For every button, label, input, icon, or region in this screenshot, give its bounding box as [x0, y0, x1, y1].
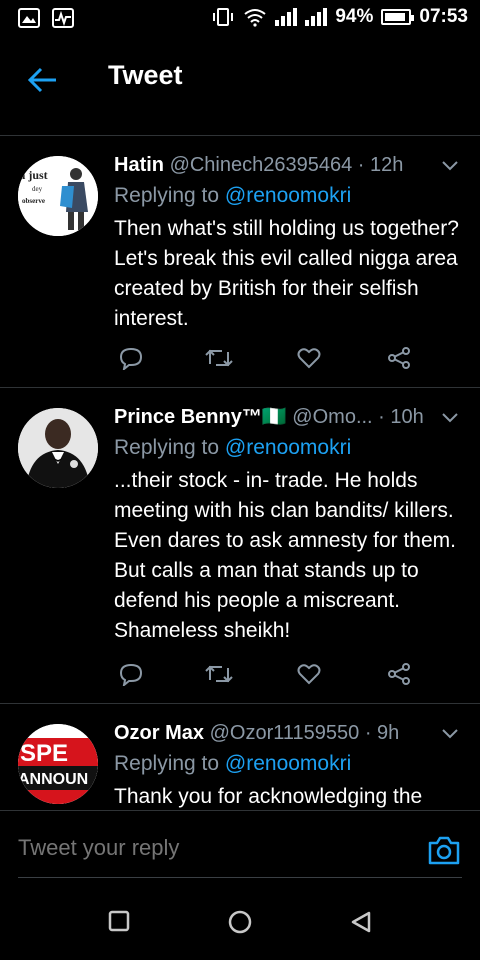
tweet-actions: [114, 346, 434, 376]
author-name[interactable]: Prince Benny™🇳🇬: [114, 406, 287, 428]
back-triangle-icon[interactable]: [350, 910, 372, 934]
status-bar: 94% 07:53: [0, 0, 480, 38]
chevron-down-icon[interactable]: [440, 158, 460, 172]
reply-icon[interactable]: [118, 662, 144, 686]
input-underline: [18, 877, 462, 878]
wifi-icon: [244, 9, 266, 27]
activity-icon: [52, 8, 74, 28]
tweet-time: · 10h: [378, 406, 424, 428]
retweet-icon[interactable]: [204, 346, 234, 370]
like-icon[interactable]: [296, 662, 322, 686]
svg-text:dey: dey: [32, 185, 43, 193]
replying-to: Replying to @renoomokri: [114, 436, 352, 459]
page-title: Tweet: [108, 60, 183, 90]
tweet-item[interactable]: i just dey observe Hatin @Chinech2639546…: [0, 136, 480, 388]
author-handle: @Chinech26395464: [169, 154, 353, 176]
tweet-text: ...their stock - in- trade. He holds mee…: [114, 469, 456, 642]
tweet-time: · 9h: [364, 722, 400, 744]
share-icon[interactable]: [386, 346, 412, 370]
avatar[interactable]: i just dey observe: [18, 156, 98, 236]
author-handle: @Ozor11159550: [209, 722, 360, 744]
back-arrow-icon[interactable]: [26, 62, 62, 98]
avatar[interactable]: SPE ANNOUN: [18, 724, 98, 804]
system-nav-bar: [0, 880, 480, 960]
signal-icon: [305, 8, 328, 26]
author-name[interactable]: Hatin: [114, 154, 164, 176]
clock: 07:53: [419, 6, 468, 27]
recents-icon[interactable]: [108, 910, 130, 932]
tweet-actions: [114, 662, 434, 692]
replying-to: Replying to @renoomokri: [114, 752, 352, 775]
share-icon[interactable]: [386, 662, 412, 686]
camera-icon[interactable]: [428, 835, 460, 865]
home-icon[interactable]: [228, 910, 252, 934]
reply-composer: [0, 810, 480, 879]
svg-text:i just: i just: [22, 168, 48, 182]
image-icon: [18, 8, 40, 28]
battery-percent: 94%: [335, 6, 374, 27]
svg-text:SPE: SPE: [20, 740, 68, 767]
like-icon[interactable]: [296, 346, 322, 370]
author-handle: @Omo...: [292, 406, 373, 428]
tweet-time: · 12h: [357, 154, 404, 176]
chevron-down-icon[interactable]: [440, 410, 460, 424]
signal-icon: [275, 8, 298, 26]
reply-icon[interactable]: [118, 346, 144, 370]
mention-link[interactable]: @renoomokri: [225, 436, 351, 459]
tweet-item[interactable]: Prince Benny™🇳🇬 @Omo... · 10h Replying t…: [0, 388, 480, 704]
retweet-icon[interactable]: [204, 662, 234, 686]
author-name[interactable]: Ozor Max: [114, 722, 204, 744]
tweet-item[interactable]: SPE ANNOUN Ozor Max @Ozor11159550 · 9h R…: [0, 704, 480, 810]
app-bar: Tweet: [0, 38, 480, 120]
chevron-down-icon[interactable]: [440, 726, 460, 740]
tweet-text: Then what's still holding us together? L…: [114, 217, 459, 330]
mention-link[interactable]: @renoomokri: [225, 184, 351, 207]
tweet-text: Thank you for acknowledging the: [114, 785, 423, 808]
battery-icon: [381, 9, 415, 25]
replying-to: Replying to @renoomokri: [114, 184, 352, 207]
svg-text:observe: observe: [22, 197, 45, 205]
mention-link[interactable]: @renoomokri: [225, 752, 351, 775]
vibrate-icon: [213, 8, 234, 26]
tweet-feed[interactable]: i just dey observe Hatin @Chinech2639546…: [0, 120, 480, 810]
avatar[interactable]: [18, 408, 98, 488]
svg-text:ANNOUN: ANNOUN: [18, 771, 88, 788]
reply-input[interactable]: [18, 835, 398, 861]
